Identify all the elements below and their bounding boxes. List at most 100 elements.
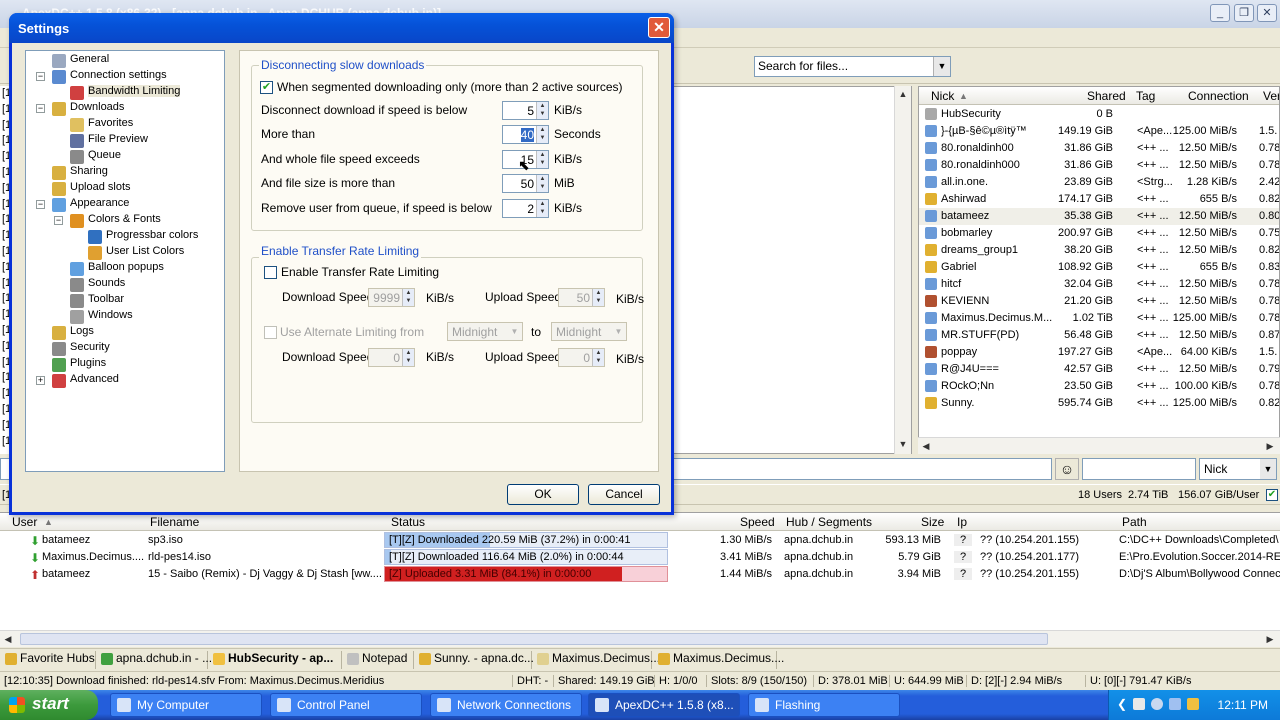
transfer-row[interactable]: ⬆ batameez 15 - Saibo (Remix) - Dj Vaggy &… xyxy=(0,566,1280,583)
settings-tree-item[interactable]: Appearance xyxy=(52,197,129,213)
user-row[interactable]: Sunny. 595.74 GiB <++ ... 125.00 MiB/s 0.82 xyxy=(919,395,1279,412)
segmented-only-checkbox[interactable]: ✔ xyxy=(260,81,273,94)
taskbar-item[interactable]: My Computer xyxy=(110,693,262,717)
maximize-button[interactable]: ❐ xyxy=(1234,4,1254,22)
col-size[interactable]: Size xyxy=(921,515,944,529)
col-filename[interactable]: Filename xyxy=(150,515,199,529)
window-tab[interactable]: HubSecurity - ap... xyxy=(212,651,342,669)
settings-tree-item[interactable]: Progressbar colors xyxy=(88,229,198,245)
col-ip[interactable]: Ip xyxy=(957,515,967,529)
filter-column-select[interactable]: Nick ▼ xyxy=(1199,458,1277,480)
settings-tree-item[interactable]: Bandwidth Limiting xyxy=(70,85,181,101)
taskbar-item[interactable]: ApexDC++ 1.5.8 (x8... xyxy=(588,693,740,717)
user-row[interactable]: Gabriel 108.92 GiB <++ ... 655 B/s 0.83 xyxy=(919,259,1279,276)
settings-tree-item[interactable]: Plugins xyxy=(52,357,106,373)
chevron-down-icon[interactable]: ▼ xyxy=(507,323,522,340)
tray-network2-icon[interactable] xyxy=(1169,698,1181,710)
scroll-right-icon[interactable]: ▶ xyxy=(1262,631,1278,647)
user-row[interactable]: KEVIENN 21.20 GiB <++ ... 12.50 MiB/s 0.78 xyxy=(919,293,1279,310)
alt-upload-speed-input[interactable]: 0 ▲ ▼ xyxy=(558,348,605,367)
close-button[interactable]: ✕ xyxy=(1257,4,1277,22)
cancel-button[interactable]: Cancel xyxy=(588,484,660,505)
spin-updown-icon[interactable]: ▲ ▼ xyxy=(536,200,548,217)
settings-tree-item[interactable]: Logs xyxy=(52,325,94,341)
slow-setting-input[interactable]: 40 ▲ ▼ xyxy=(502,125,549,144)
settings-tree-item[interactable]: Windows xyxy=(70,309,133,325)
user-list[interactable]: Nick ▲ Shared Tag Connection Ver HubSecu… xyxy=(918,86,1280,454)
user-row[interactable]: hitcf 32.04 GiB <++ ... 12.50 MiB/s 0.78 xyxy=(919,276,1279,293)
taskbar-item[interactable]: Network Connections xyxy=(430,693,582,717)
settings-tree-item[interactable]: Connection settings xyxy=(52,69,167,85)
user-row[interactable]: all.in.one. 23.89 GiB <Strg... 1.28 KiB/s 2.… xyxy=(919,174,1279,191)
window-tab[interactable]: Maximus.Decimus.... xyxy=(536,651,663,669)
settings-tree-item[interactable]: Balloon popups xyxy=(70,261,164,277)
search-box[interactable]: Search for files... ▼ xyxy=(754,56,951,77)
settings-tree-item[interactable]: Upload slots xyxy=(52,181,131,197)
minimize-button[interactable]: _ xyxy=(1210,4,1230,22)
spin-updown-icon[interactable]: ▲ ▼ xyxy=(402,349,414,366)
tray-network-icon[interactable] xyxy=(1151,698,1163,710)
transfers-hscroll[interactable]: ◀ ▶ xyxy=(0,630,1280,647)
user-row[interactable]: batameez 35.38 GiB <++ ... 12.50 MiB/s 0.80 xyxy=(919,208,1279,225)
transfers-list[interactable]: User ▲ Filename Status Speed Hub / Segme… xyxy=(0,512,1280,630)
tree-expander-icon[interactable]: − xyxy=(36,200,45,209)
window-tab[interactable]: Maximus.Decimus.... xyxy=(657,651,784,669)
user-row[interactable]: Ashirwad 174.17 GiB <++ ... 655 B/s 0.82 xyxy=(919,191,1279,208)
window-tab[interactable]: Favorite Hubs xyxy=(4,651,96,669)
slow-setting-input[interactable]: 2 ▲ ▼ xyxy=(502,199,549,218)
settings-tree-item[interactable]: Security xyxy=(52,341,110,357)
user-list-hscroll[interactable]: ◀ ▶ xyxy=(918,437,1280,454)
smiley-icon[interactable]: ☺ xyxy=(1055,458,1079,480)
slow-setting-input[interactable]: 50 ▲ ▼ xyxy=(502,174,549,193)
col-user[interactable]: User xyxy=(12,515,37,529)
spin-updown-icon[interactable]: ▲ ▼ xyxy=(536,175,548,192)
window-tab[interactable]: apna.dchub.in - ... xyxy=(100,651,212,669)
ok-button[interactable]: OK xyxy=(507,484,579,505)
col-hub[interactable]: Hub / Segments xyxy=(786,515,872,529)
settings-tree-item[interactable]: Favorites xyxy=(70,117,133,133)
col-connection[interactable]: Connection xyxy=(1188,89,1249,103)
tray-chevron-icon[interactable]: ❮ xyxy=(1117,697,1127,711)
window-tab[interactable]: Sunny. - apna.dc... xyxy=(418,651,534,669)
spin-updown-icon[interactable]: ▲ ▼ xyxy=(592,289,604,306)
chevron-down-icon[interactable]: ▼ xyxy=(933,57,950,76)
settings-tree-item[interactable]: User List Colors xyxy=(88,245,184,261)
scroll-right-icon[interactable]: ▶ xyxy=(1262,438,1278,454)
slow-setting-input[interactable]: 5 ▲ ▼ xyxy=(502,101,549,120)
user-row[interactable]: bobmarley 200.97 GiB <++ ... 12.50 MiB/s 0.7… xyxy=(919,225,1279,242)
spin-updown-icon[interactable]: ▲ ▼ xyxy=(536,151,548,168)
tree-expander-icon[interactable]: − xyxy=(36,72,45,81)
transfer-row[interactable]: ⬇ Maximus.Decimus.... rld-pes14.iso [T][Z] … xyxy=(0,549,1280,566)
col-speed[interactable]: Speed xyxy=(740,515,775,529)
spin-updown-icon[interactable]: ▲ ▼ xyxy=(592,349,604,366)
user-row[interactable]: poppay 197.27 GiB <Ape... 64.00 KiB/s 1.5. xyxy=(919,344,1279,361)
settings-tree-item[interactable]: Sharing xyxy=(52,165,108,181)
col-status[interactable]: Status xyxy=(391,515,425,529)
chevron-down-icon[interactable]: ▼ xyxy=(611,323,626,340)
enable-limiting-checkbox[interactable] xyxy=(264,266,277,279)
user-row[interactable]: R@J4U=== 42.57 GiB <++ ... 12.50 MiB/s 0.79 xyxy=(919,361,1279,378)
user-row[interactable]: }-{µB-§ê©µ®ìtÿ™ 149.19 GiB <Ape... 125.00 M… xyxy=(919,123,1279,140)
spin-updown-icon[interactable]: ▲ ▼ xyxy=(536,102,548,119)
tree-expander-icon[interactable]: + xyxy=(36,376,45,385)
settings-tree-item[interactable]: Advanced xyxy=(52,373,119,389)
alternate-from-select[interactable]: Midnight ▼ xyxy=(447,322,523,341)
tree-expander-icon[interactable]: − xyxy=(54,216,63,225)
scroll-up-icon[interactable]: ▲ xyxy=(895,86,911,102)
col-path[interactable]: Path xyxy=(1122,515,1147,529)
col-tag[interactable]: Tag xyxy=(1136,89,1155,103)
spin-updown-icon[interactable]: ▲ ▼ xyxy=(536,126,548,143)
scroll-thumb[interactable] xyxy=(20,633,1048,645)
col-ver[interactable]: Ver xyxy=(1263,89,1279,103)
upload-speed-input[interactable]: 50 ▲ ▼ xyxy=(558,288,605,307)
scroll-left-icon[interactable]: ◀ xyxy=(0,631,16,647)
user-row[interactable]: Maximus.Decimus.M... 1.02 TiB <++ ... 125.0… xyxy=(919,310,1279,327)
chat-scrollbar[interactable]: ▲ ▼ xyxy=(894,86,911,454)
settings-tree-item[interactable]: Toolbar xyxy=(70,293,124,309)
col-shared[interactable]: Shared xyxy=(1087,89,1126,103)
user-row[interactable]: MR.STUFF(PD) 56.48 GiB <++ ... 12.50 MiB/s 0… xyxy=(919,327,1279,344)
scroll-left-icon[interactable]: ◀ xyxy=(918,438,934,454)
user-row[interactable]: ROckO;Nn 23.50 GiB <++ ... 100.00 KiB/s 0.78 xyxy=(919,378,1279,395)
settings-tree-item[interactable]: Colors & Fonts xyxy=(70,213,161,229)
show-users-checkbox[interactable]: ✔ xyxy=(1266,489,1278,501)
